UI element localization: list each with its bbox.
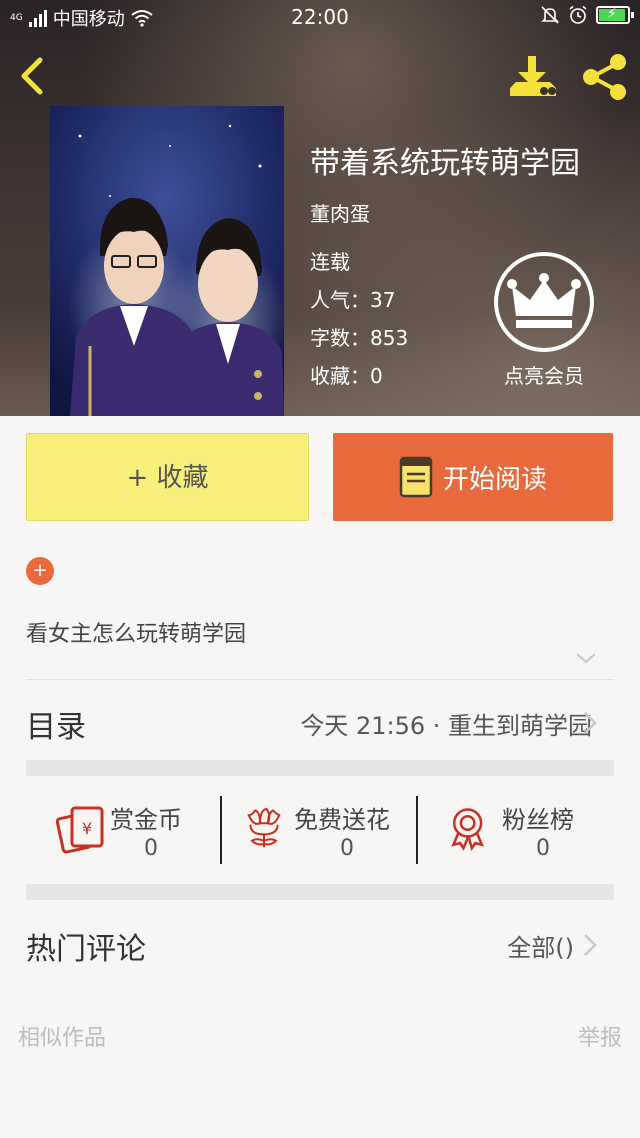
latest-chapter[interactable]: 今天 21:56 · 重生到萌学园: [300, 706, 592, 741]
start-reading-button[interactable]: 开始阅读: [333, 433, 613, 521]
book-icon: [399, 456, 433, 498]
book-description: 看女主怎么玩转萌学园: [26, 622, 247, 647]
red-envelope-icon: ¥: [56, 806, 104, 854]
reward-coins-label: 赏金币: [110, 806, 182, 834]
alarm-clock-icon: [569, 5, 587, 24]
section-separator: [26, 760, 614, 776]
add-favorite-button[interactable]: + 收藏: [26, 433, 309, 521]
back-arrow-icon: [21, 57, 43, 95]
section-separator: [26, 884, 614, 900]
book-word-count: 字数：853: [310, 326, 409, 350]
book-status: 连载: [310, 250, 350, 274]
flower-icon: [247, 807, 281, 848]
reward-coins-button[interactable]: ¥ 赏金币 0: [56, 796, 216, 866]
status-bar: 4G 中国移动 22:00 ⚡: [0, 0, 640, 34]
book-favorites-count: 收藏：0: [310, 364, 383, 388]
book-title: 带着系统玩转萌学园: [310, 146, 580, 181]
svg-text:¥: ¥: [82, 819, 92, 838]
book-popularity: 人气：37: [310, 288, 396, 312]
battery-icon: ⚡: [596, 6, 634, 24]
share-button[interactable]: [578, 50, 632, 104]
vip-badge: [494, 252, 594, 352]
stats-separator: [220, 796, 222, 864]
fan-ranking-button[interactable]: 粉丝榜 0: [450, 796, 600, 866]
book-header: 4G 中国移动 22:00 ⚡ 带着系统玩转萌学园 董肉蛋 连载 人气：37 字…: [0, 0, 640, 416]
vip-label: 点亮会员: [504, 364, 584, 388]
start-reading-label: 开始阅读: [442, 464, 547, 495]
divider: [26, 679, 614, 680]
crown-icon: [507, 273, 581, 328]
similar-works-label: 相似作品: [18, 1026, 107, 1051]
free-flower-label: 免费送花: [294, 806, 390, 834]
free-flower-button[interactable]: 免费送花 0: [244, 796, 414, 866]
report-button[interactable]: 举报: [578, 1020, 622, 1052]
expand-description-icon[interactable]: [574, 648, 598, 668]
toc-label: 目录: [26, 710, 86, 745]
fan-ranking-label: 粉丝榜: [502, 806, 574, 834]
hot-comments-label: 热门评论: [26, 932, 146, 967]
book-cover-image[interactable]: [50, 106, 284, 416]
share-icon: [583, 54, 626, 100]
fan-ranking-value: 0: [536, 836, 550, 861]
chevron-right-icon: [584, 712, 597, 734]
download-icon: [510, 56, 556, 96]
download-button[interactable]: [506, 54, 560, 100]
free-flower-value: 0: [340, 836, 354, 861]
mute-bell-icon: [541, 6, 559, 24]
vip-member-button[interactable]: 点亮会员: [492, 252, 596, 392]
all-comments-link[interactable]: 全部(): [507, 928, 574, 963]
back-button[interactable]: [16, 56, 56, 100]
chevron-right-icon: [584, 934, 597, 956]
book-author[interactable]: 董肉蛋: [310, 198, 370, 227]
cover-artwork: [50, 106, 284, 416]
add-tag-button[interactable]: +: [26, 557, 54, 585]
award-ribbon-icon: [451, 808, 485, 852]
reward-coins-value: 0: [144, 836, 158, 861]
stats-separator: [416, 796, 418, 864]
